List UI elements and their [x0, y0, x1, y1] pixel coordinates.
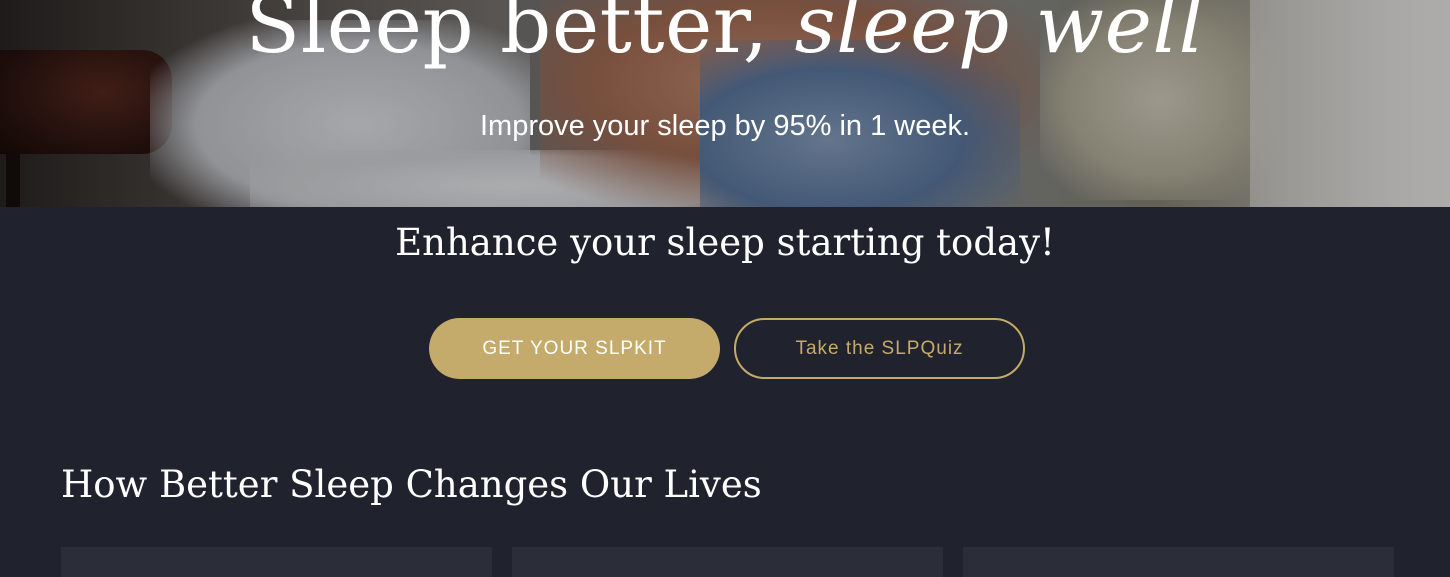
hero-title-italic: sleep well — [794, 0, 1205, 71]
get-slpkit-button[interactable]: GET YOUR SLPKIT — [429, 318, 720, 379]
section-title: How Better Sleep Changes Our Lives — [61, 463, 762, 506]
hero-title: Sleep better, sleep well — [0, 0, 1450, 80]
hero-title-regular: Sleep better, — [245, 0, 769, 71]
benefit-card[interactable] — [61, 547, 492, 577]
benefit-card[interactable] — [963, 547, 1394, 577]
hero-subtitle: Improve your sleep by 95% in 1 week. — [479, 110, 971, 142]
hero-banner: Sleep better, sleep well Improve your sl… — [0, 0, 1450, 207]
take-slpquiz-button[interactable]: Take the SLPQuiz — [734, 318, 1025, 379]
tagline: Enhance your sleep starting today! — [395, 221, 1055, 264]
benefit-card[interactable] — [512, 547, 943, 577]
